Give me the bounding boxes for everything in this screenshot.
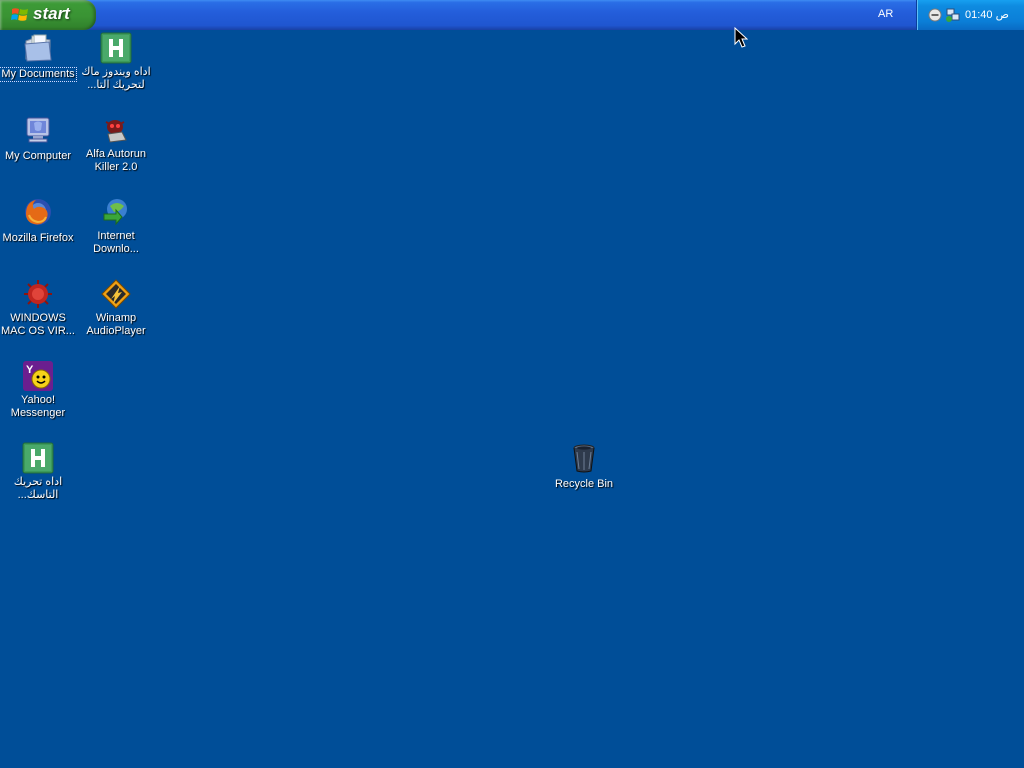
- desktop-icon-my-documents[interactable]: My Documents: [0, 32, 77, 82]
- icon-label: WINDOWS MAC OS VIR...: [1, 312, 75, 337]
- winamp-icon: [101, 279, 131, 309]
- icon-label: اداه ويندوز ماك لتحريك التا...: [81, 66, 151, 91]
- messenger-tray-icon[interactable]: [928, 8, 942, 22]
- h-app-icon: [100, 32, 132, 64]
- folder-documents-icon: [24, 34, 52, 62]
- clock[interactable]: ص 01:40: [965, 8, 1009, 21]
- mouse-cursor-icon: [734, 27, 748, 48]
- desktop-icon-my-computer[interactable]: My Computer: [0, 114, 76, 164]
- desktop-icon-h-app-2[interactable]: اداه تحريك التاسك...: [0, 442, 76, 503]
- desktop-icon-yahoo-messenger[interactable]: Y Yahoo! Messenger: [0, 360, 76, 421]
- icon-label: اداه تحريك التاسك...: [13, 476, 63, 501]
- computer-icon: [26, 117, 50, 143]
- desktop-icon-mozilla-firefox[interactable]: Mozilla Firefox: [0, 196, 76, 246]
- desktop-icon-internet-download-manager[interactable]: Internet Downlo...: [78, 196, 154, 257]
- virus-icon: [24, 280, 52, 308]
- desktop[interactable]: start AR ص 01:40 My Documents اداه ويندو…: [0, 0, 1024, 768]
- desktop-icon-recycle-bin[interactable]: Recycle Bin: [546, 442, 622, 492]
- language-indicator[interactable]: AR: [878, 8, 893, 20]
- recycle-bin-icon: [573, 444, 595, 473]
- icon-label: Alfa Autorun Killer 2.0: [86, 148, 146, 173]
- icon-label: Internet Downlo...: [93, 230, 139, 255]
- icon-label: Recycle Bin: [554, 478, 614, 490]
- icon-label: Yahoo! Messenger: [10, 394, 66, 419]
- start-label: start: [33, 4, 70, 23]
- icon-label: Winamp AudioPlayer: [86, 312, 146, 337]
- icon-label: My Computer: [4, 150, 72, 162]
- network-tray-icon[interactable]: [945, 7, 961, 23]
- desktop-icon-alfa-autorun-killer[interactable]: Alfa Autorun Killer 2.0: [78, 114, 154, 175]
- desktop-icon-windows-mac-os-virus[interactable]: WINDOWS MAC OS VIR...: [0, 278, 76, 339]
- yahoo-messenger-icon: Y: [23, 361, 53, 391]
- bug-robot-icon: [105, 120, 127, 143]
- firefox-icon: [25, 199, 51, 225]
- taskbar: start AR ص 01:40: [0, 0, 1024, 30]
- windows-logo-icon: [11, 8, 28, 21]
- icon-label: Mozilla Firefox: [2, 232, 74, 244]
- icon-label: My Documents: [0, 67, 77, 82]
- svg-text:Y: Y: [26, 364, 34, 376]
- h-app-icon: [22, 442, 54, 474]
- desktop-icon-h-app-1[interactable]: اداه ويندوز ماك لتحريك التا...: [78, 32, 154, 93]
- start-button[interactable]: start: [0, 0, 96, 30]
- system-tray: ص 01:40: [916, 0, 1024, 30]
- download-manager-icon: [103, 199, 127, 226]
- desktop-icon-winamp[interactable]: Winamp AudioPlayer: [78, 278, 154, 339]
